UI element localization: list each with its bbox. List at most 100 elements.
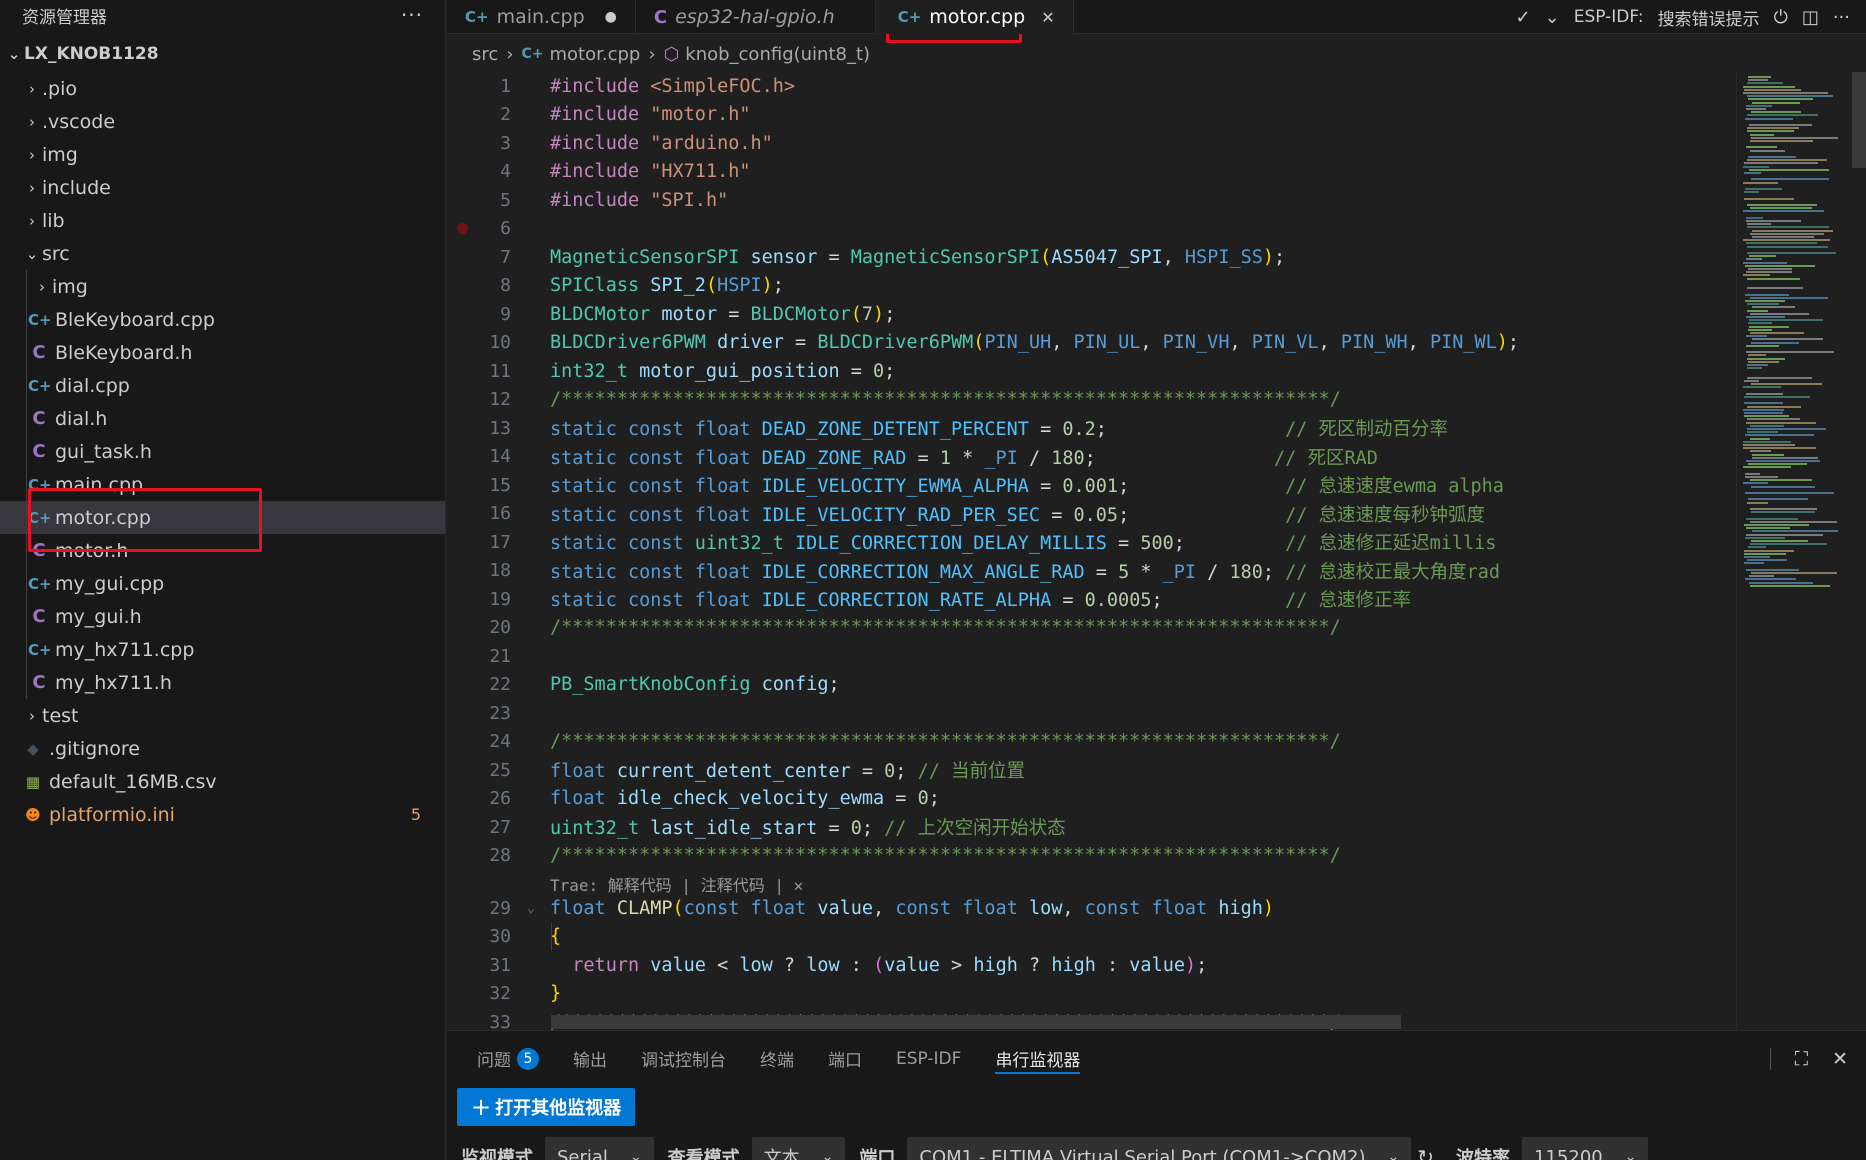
code-text: float idle_check_velocity_ewma = 0; [550, 788, 940, 809]
minimap-line [1748, 546, 1766, 549]
cpp-file-icon: C+ [521, 46, 544, 62]
minimap-line [1748, 360, 1779, 363]
tree-item-gui-task-h[interactable]: Cgui_task.h [0, 435, 445, 468]
code-token: ) [761, 275, 773, 296]
open-other-monitor-button[interactable]: + 打开其他监视器 [457, 1088, 636, 1126]
panel-tab-6[interactable]: 串行监视器 [995, 1031, 1081, 1086]
breadcrumb-folder[interactable]: src [472, 44, 498, 65]
code-token: idle_check_velocity_ewma [616, 788, 885, 809]
tree-item-my-gui-cpp[interactable]: C+ my_gui.cpp [0, 567, 445, 600]
editor-actions: ✓ ⌄ ESP-IDF: 搜索错误提示 ⏻ ◫ ··· [1516, 0, 1866, 34]
plug-icon[interactable]: ⏻ [1774, 7, 1788, 28]
close-panel-icon[interactable]: ✕ [1832, 1048, 1848, 1070]
code-token: high [1051, 954, 1096, 976]
minimap[interactable] [1736, 72, 1846, 1030]
minimap-line [1751, 383, 1822, 386]
tree-item-img[interactable]: › img [0, 270, 445, 303]
project-root[interactable]: ⌄ LX_KNOB1128 [0, 36, 445, 72]
tree-item-blekeyboard-cpp[interactable]: C+ BleKeyboard.cpp [0, 303, 445, 336]
tree-item-default-16mb-csv[interactable]: ▦ default_16MB.csv [0, 765, 445, 798]
tree-item-my-hx711-cpp[interactable]: C+ my_hx711.cpp [0, 633, 445, 666]
more-actions-icon[interactable]: ··· [1833, 7, 1850, 28]
panel-tab-5[interactable]: ESP-IDF [896, 1031, 961, 1086]
split-editor-icon[interactable]: ◫ [1802, 7, 1819, 28]
code-token: CLAMP [616, 897, 673, 919]
breadcrumb-file[interactable]: motor.cpp [550, 44, 641, 65]
code-editor[interactable]: 1 #include <SimpleFOC.h> 2 #include "motor.… [447, 72, 1736, 1030]
minimap-line [1746, 527, 1790, 530]
code-token: MagneticSensorSPI [850, 246, 1041, 268]
close-tab-icon[interactable]: ✕ [1041, 8, 1054, 27]
horizontal-scrollbar-thumb[interactable] [551, 1015, 1401, 1029]
vertical-scrollbar-track[interactable] [1852, 72, 1866, 1030]
refresh-icon[interactable]: ↻ [1417, 1145, 1434, 1160]
panel-tab-4[interactable]: 端口 [828, 1031, 862, 1086]
code-line: 10 BLDCDriver6PWM driver = BLDCDriver6PWM… [447, 329, 1736, 357]
code-token: = [884, 788, 918, 809]
tree-item-pio[interactable]: › .pio [0, 72, 445, 105]
code-token: , [1051, 332, 1074, 353]
check-icon[interactable]: ✓ [1516, 7, 1531, 28]
maximize-panel-icon[interactable]: ⛶ [1795, 1048, 1808, 1070]
code-token: const float [683, 897, 818, 919]
monitor-mode-select[interactable]: Serial ⌄ [545, 1137, 654, 1160]
panel-tab-3[interactable]: 终端 [760, 1031, 794, 1086]
minimap-line [1749, 325, 1789, 328]
breadcrumb-symbol[interactable]: knob_config(uint8_t) [685, 44, 870, 65]
minimap-line [1744, 197, 1794, 200]
tab-motor-cpp[interactable]: C+ motor.cpp ✕ [875, 0, 1074, 34]
minimap-line [1746, 220, 1801, 222]
tree-item-dial-h[interactable]: Cdial.h [0, 402, 445, 435]
search-error-button[interactable]: 搜索错误提示 [1658, 5, 1760, 30]
tree-item-label: .pio [42, 77, 78, 100]
tab-main-cpp[interactable]: C+ main.cpp ● [447, 0, 636, 34]
panel-tab-1[interactable]: 输出 [573, 1031, 607, 1086]
chevron-down-icon[interactable]: ⌄ [1545, 7, 1560, 28]
code-token: = [1028, 419, 1063, 440]
tree-item-platformio-ini[interactable]: ☻ platformio.ini 5 [0, 798, 445, 831]
minimap-line [1747, 309, 1768, 312]
tree-item-motor-h[interactable]: Cmotor.h [0, 534, 445, 567]
code-text: BLDCDriver6PWM driver = BLDCDriver6PWM(P… [550, 332, 1519, 353]
view-mode-select[interactable]: 文本 ⌄ [751, 1137, 846, 1160]
minimap-line [1743, 482, 1768, 485]
tree-item-img[interactable]: › img [0, 138, 445, 171]
code-text: MagneticSensorSPI sensor = MagneticSenso… [550, 247, 1285, 268]
code-token: ; [1118, 476, 1286, 497]
minimap-line [1747, 223, 1771, 226]
tree-item-main-cpp[interactable]: C+ main.cpp [0, 468, 445, 501]
minimap-line [1752, 338, 1823, 341]
codelens-trae[interactable]: Trae: 解释代码 | 注释代码 | ✕ [550, 872, 803, 896]
minimap-line [1751, 540, 1808, 542]
code-line: 31 return value < low ? low : (value > h… [447, 951, 1736, 979]
breakpoint-icon[interactable] [457, 223, 468, 234]
tree-item-vscode[interactable]: › .vscode [0, 105, 445, 138]
tree-item-my-hx711-h[interactable]: Cmy_hx711.h [0, 666, 445, 699]
tree-item-src[interactable]: ⌄ src [0, 237, 445, 270]
code-token: * [950, 447, 985, 469]
more-actions-icon[interactable]: ··· [401, 3, 423, 27]
tree-item-my-gui-h[interactable]: Cmy_gui.h [0, 600, 445, 633]
baud-rate-select[interactable]: 115200 ⌄ [1522, 1137, 1649, 1160]
code-token: #include [550, 189, 651, 211]
tree-item-test[interactable]: › test [0, 699, 445, 732]
panel-tab-0[interactable]: 问题 5 [477, 1031, 539, 1086]
panel-tab-2[interactable]: 调试控制台 [641, 1031, 726, 1086]
code-token: ) [873, 303, 885, 325]
tree-item-include[interactable]: › include [0, 171, 445, 204]
tree-item-blekeyboard-h[interactable]: C BleKeyboard.h [0, 336, 445, 369]
tree-item-dial-cpp[interactable]: C+ dial.cpp [0, 369, 445, 402]
port-select[interactable]: COM1 - ELTIMA Virtual Serial Port (COM1-… [907, 1137, 1412, 1160]
vertical-scrollbar-thumb[interactable] [1852, 72, 1866, 168]
tab-esp32-hal-gpio-h[interactable]: C esp32-hal-gpio.h [636, 0, 876, 34]
code-token: , [873, 897, 896, 919]
line-number: 27 [489, 816, 511, 838]
tree-item-gitignore[interactable]: ◆ .gitignore [0, 732, 445, 765]
tree-item-lib[interactable]: › lib [0, 204, 445, 237]
tree-item-motor-cpp[interactable]: C+ motor.cpp [0, 501, 445, 534]
code-token: static const float [550, 504, 762, 526]
fold-chevron-icon[interactable]: ⌄ [527, 901, 535, 916]
tree-item-label: my_gui.h [55, 605, 142, 628]
line-number: 16 [489, 503, 511, 524]
cpp-file-icon: C+ [28, 640, 52, 659]
